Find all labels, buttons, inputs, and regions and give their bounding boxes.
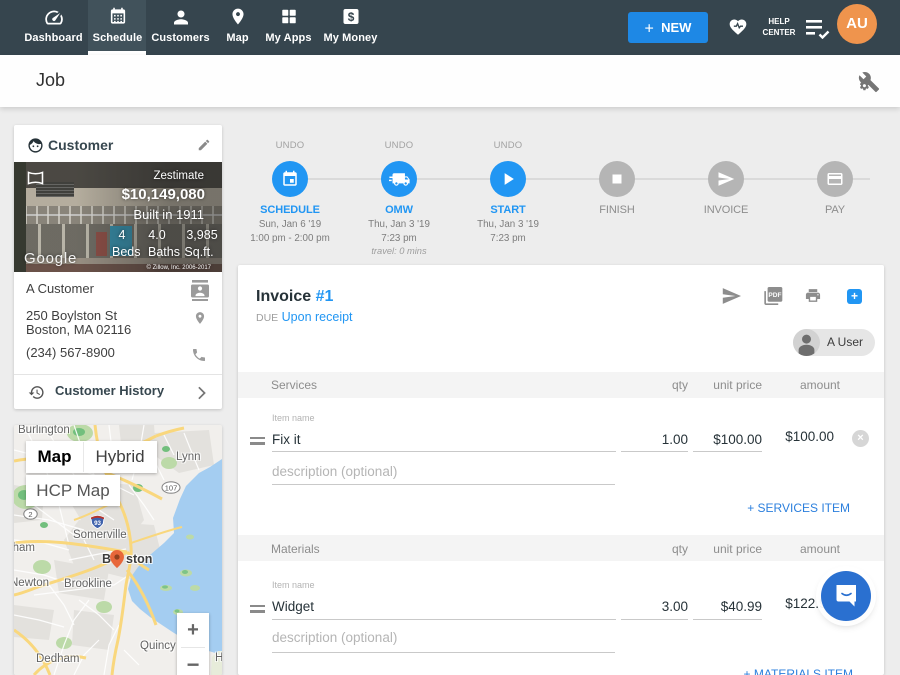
svg-text:107: 107	[165, 483, 178, 492]
svg-text:PDF: PDF	[768, 292, 781, 299]
svg-text:93: 93	[94, 520, 101, 527]
svg-text:$: $	[347, 10, 354, 24]
svg-text:2: 2	[28, 510, 32, 519]
